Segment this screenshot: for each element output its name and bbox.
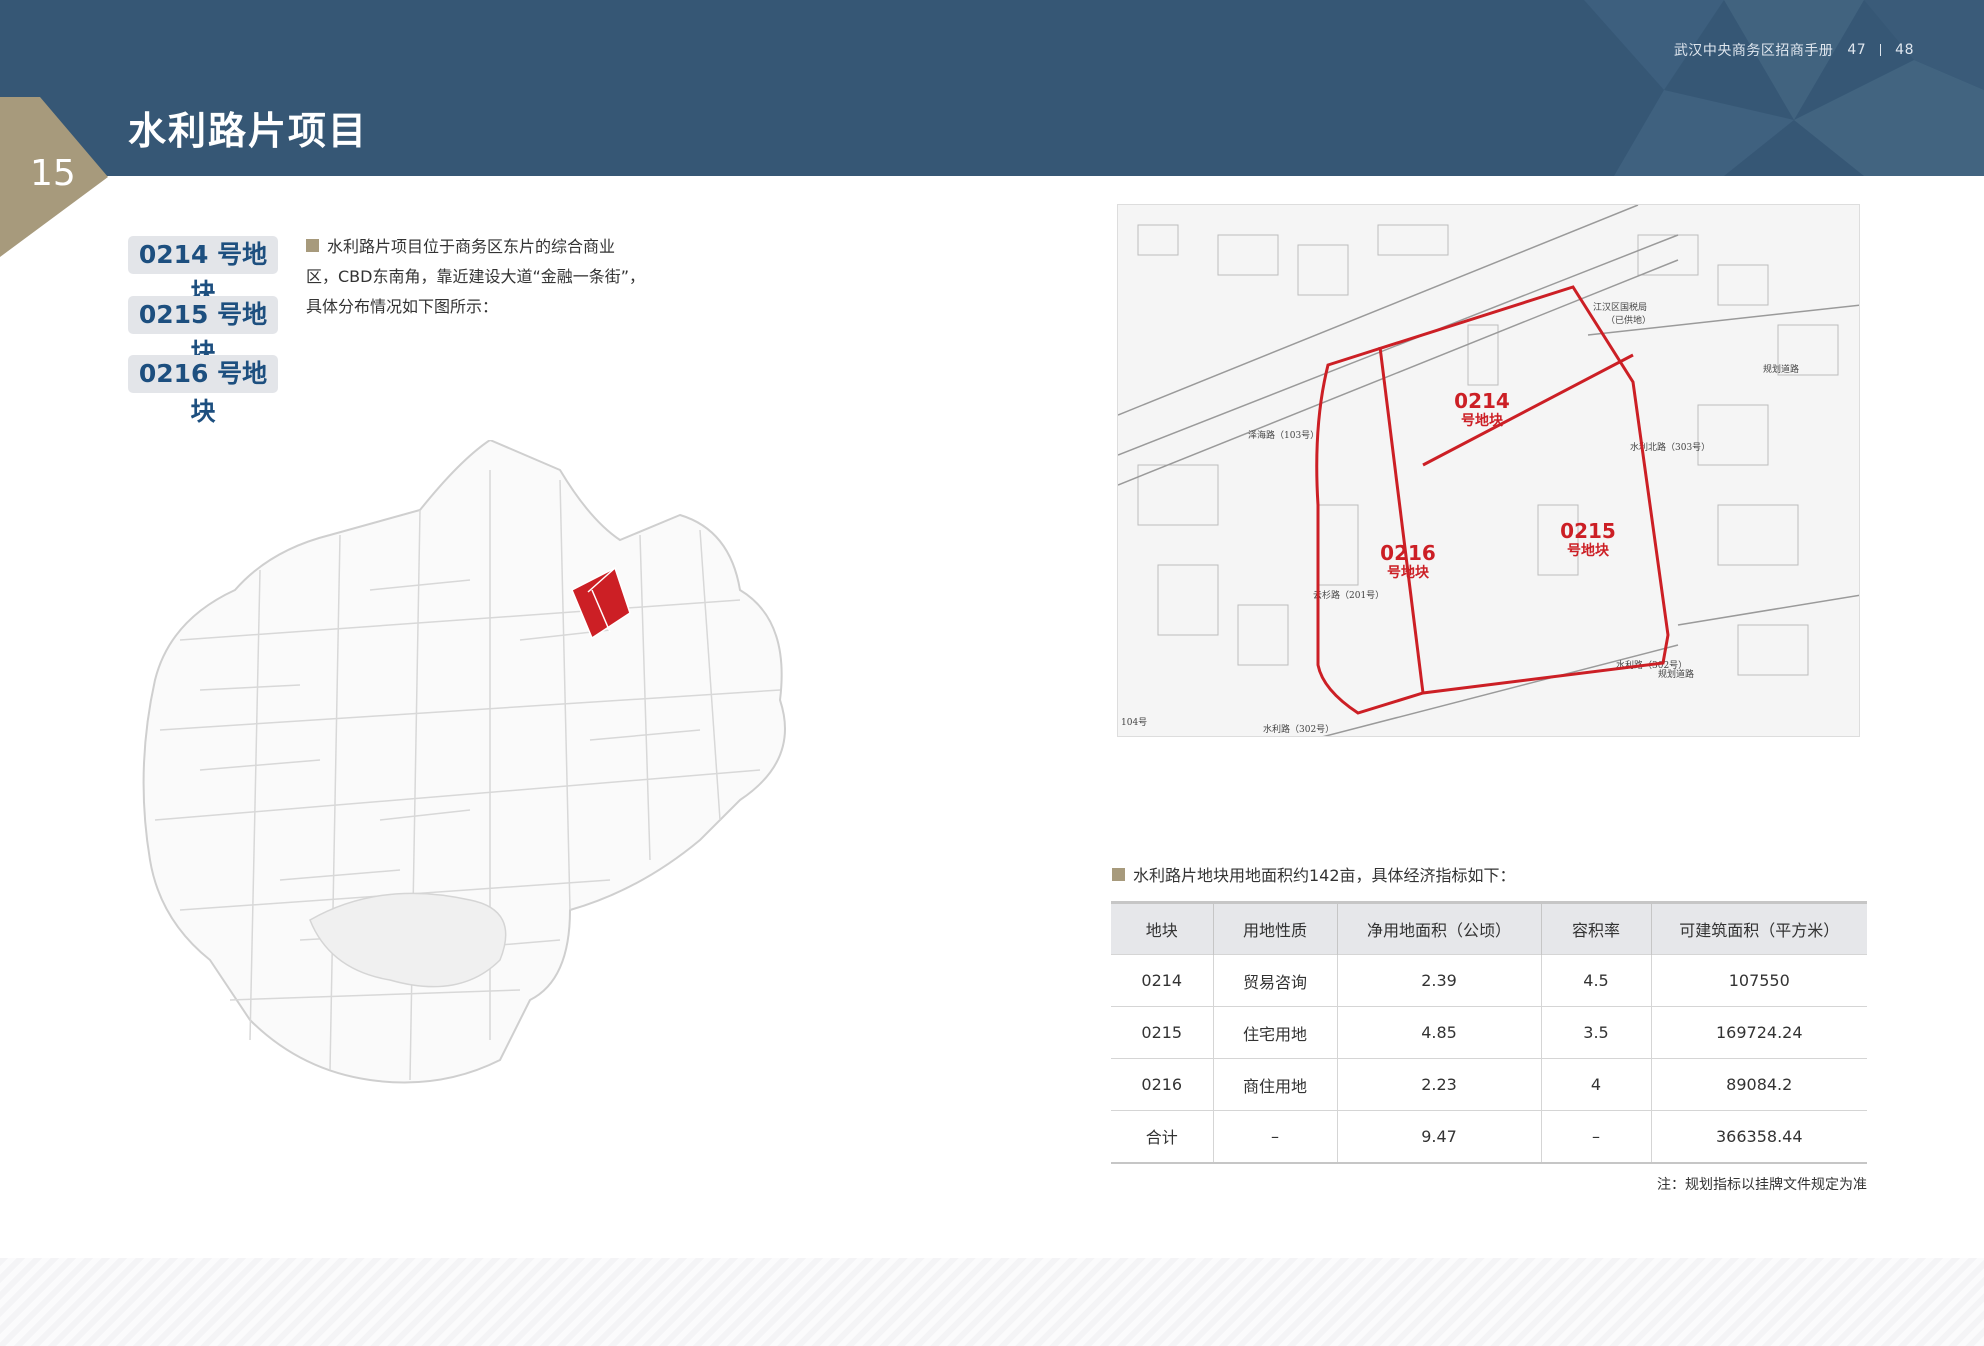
- cbd-overview-map: [142, 440, 786, 1084]
- header-book-info: 武汉中央商务区招商手册 47 48: [1674, 40, 1914, 60]
- cell-floor-area: 169724.24: [1651, 1006, 1867, 1059]
- header-band: 武汉中央商务区招商手册 47 48 水利路片项目: [0, 0, 1984, 176]
- road-label-zehai: 泽海路（103号）: [1248, 429, 1319, 441]
- road-label-planned-2: 规划道路: [1658, 668, 1694, 680]
- col-header-far: 容积率: [1541, 901, 1652, 955]
- chapter-number: 15: [30, 153, 76, 194]
- cell-floor-area: 366358.44: [1651, 1110, 1867, 1164]
- cell-land-use: 贸易咨询: [1213, 954, 1338, 1007]
- cell-plot: 0214: [1111, 954, 1214, 1007]
- road-label-shuili-2: 水利路（302号）: [1263, 723, 1334, 735]
- table-row: 0214 贸易咨询 2.39 4.5 107550: [1111, 954, 1867, 1007]
- header-geometric-pattern: [1584, 0, 1984, 176]
- cell-plot: 合计: [1111, 1110, 1214, 1164]
- site-plan-drawing: 江汉区国税局 （已供地） 规划道路 泽海路（103号） 水利北路（303号） 云…: [1118, 205, 1859, 736]
- cell-plot: 0215: [1111, 1006, 1214, 1059]
- cell-land-use: –: [1213, 1110, 1338, 1164]
- plot-label-0215-code: 0215: [1560, 519, 1616, 543]
- cell-net-area: 2.39: [1337, 954, 1542, 1007]
- plot-tag-0214: 0214 号地块: [128, 236, 278, 307]
- economic-indicators-table: 地块 用地性质 净用地面积（公顷） 容积率 可建筑面积（平方米） 0214 贸易…: [1111, 901, 1867, 1164]
- square-bullet-icon: [306, 239, 319, 252]
- cell-floor-area: 89084.2: [1651, 1058, 1867, 1111]
- plot-label-0216-code: 0216: [1380, 541, 1436, 565]
- cell-net-area: 4.85: [1337, 1006, 1542, 1059]
- road-label-104: 104号: [1121, 717, 1147, 728]
- table-intro-text: 水利路片地块用地面积约142亩，具体经济指标如下：: [1133, 866, 1516, 885]
- intro-text: 水利路片项目位于商务区东片的综合商业区，CBD东南角，靠近建设大道“金融一条街”…: [306, 237, 646, 316]
- square-bullet-icon: [1112, 868, 1125, 881]
- footnote: 注：规划指标以挂牌文件规定为准: [1657, 1177, 1867, 1193]
- cell-far: –: [1541, 1110, 1652, 1164]
- page-title: 水利路片项目: [128, 109, 369, 153]
- footer-pattern-strip: [0, 1258, 1984, 1346]
- cell-land-use: 商住用地: [1213, 1058, 1338, 1111]
- page-separator: [1880, 44, 1882, 56]
- cell-floor-area: 107550: [1651, 954, 1867, 1007]
- table-row: 0216 商住用地 2.23 4 89084.2: [1111, 1058, 1867, 1111]
- plot-tag-0216: 0216 号地块: [128, 355, 278, 426]
- page-number-left: 47: [1847, 42, 1867, 58]
- table-row: 0215 住宅用地 4.85 3.5 169724.24: [1111, 1006, 1867, 1059]
- cell-far: 4: [1541, 1058, 1652, 1111]
- plot-label-0214-code: 0214: [1454, 389, 1510, 413]
- cell-far: 4.5: [1541, 954, 1652, 1007]
- plot-label-0216-text: 号地块: [1387, 564, 1430, 581]
- plot-tag-0215: 0215 号地块: [128, 296, 278, 367]
- cell-net-area: 2.23: [1337, 1058, 1542, 1111]
- col-header-net-area: 净用地面积（公顷）: [1337, 901, 1542, 955]
- cell-net-area: 9.47: [1337, 1110, 1542, 1164]
- intro-paragraph: 水利路片项目位于商务区东片的综合商业区，CBD东南角，靠近建设大道“金融一条街”…: [306, 232, 646, 322]
- site-plan-map: 江汉区国税局 （已供地） 规划道路 泽海路（103号） 水利北路（303号） 云…: [1117, 204, 1860, 737]
- table-header-row: 地块 用地性质 净用地面积（公顷） 容积率 可建筑面积（平方米）: [1111, 901, 1867, 955]
- road-label-planned-1: 规划道路: [1763, 363, 1799, 375]
- cell-land-use: 住宅用地: [1213, 1006, 1338, 1059]
- table-row-total: 合计 – 9.47 – 366358.44: [1111, 1110, 1867, 1164]
- col-header-land-use: 用地性质: [1213, 901, 1338, 955]
- col-header-floor-area: 可建筑面积（平方米）: [1651, 901, 1867, 955]
- plot-label-0215-text: 号地块: [1567, 542, 1610, 559]
- road-label-yunshan: 云杉路（201号）: [1313, 589, 1384, 601]
- table-intro: 水利路片地块用地面积约142亩，具体经济指标如下：: [1112, 862, 1516, 886]
- cell-far: 3.5: [1541, 1006, 1652, 1059]
- road-label-supplied: （已供地）: [1606, 314, 1651, 326]
- book-title: 武汉中央商务区招商手册: [1673, 43, 1834, 59]
- road-label-tax-bureau: 江汉区国税局: [1593, 301, 1647, 313]
- col-header-plot: 地块: [1111, 901, 1214, 955]
- cell-plot: 0216: [1111, 1058, 1214, 1111]
- plot-label-0214-text: 号地块: [1461, 412, 1504, 429]
- page-number-right: 48: [1895, 42, 1914, 58]
